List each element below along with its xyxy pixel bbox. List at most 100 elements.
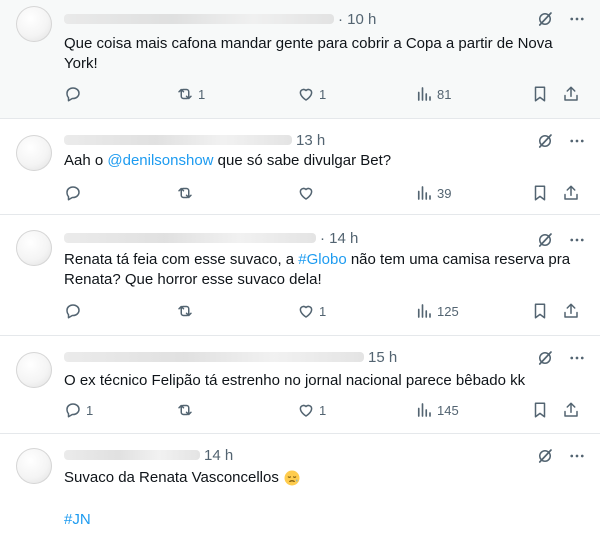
repost-button[interactable] [176,401,198,421]
bookmark-button[interactable] [531,302,549,322]
more-icon[interactable] [568,231,586,249]
view-count: 125 [437,303,459,319]
post-time[interactable]: 13 h [296,132,325,149]
post-header: 13 h [64,131,325,149]
like-button[interactable] [297,184,319,204]
bookmark-icon [531,184,549,202]
post-text: Renata tá feia com esse suvaco, a #Globo… [64,250,584,290]
post-text: O ex técnico Felipão tá estrenho no jorn… [64,372,526,389]
post-top-icons [522,10,586,30]
avatar[interactable] [16,135,52,171]
more-icon[interactable] [568,10,586,28]
hashtag-link[interactable]: #Globo [298,251,346,268]
views-icon [415,401,433,419]
post-text: Aah o @denilsonshow que só sabe divulgar… [64,151,584,171]
post-time[interactable]: · 14 h [320,230,358,247]
post-top-icons [522,132,586,152]
post-4[interactable]: 15 h O ex técnico Felipão tá estrenho no… [0,336,600,434]
post-text: Que coisa mais cafona mandar gente para … [64,35,553,72]
like-button[interactable]: 1 [297,302,326,322]
hashtag-link[interactable]: #JN [64,511,91,528]
post-header: · 10 h [64,10,376,28]
post-text: Suvaco da Renata Vasconcellos [64,468,584,488]
post-top-icons [522,349,586,369]
reply-button[interactable] [64,184,86,204]
post-time[interactable]: 15 h [368,349,397,366]
blurred-author-name [64,233,316,244]
blurred-author-name [64,450,200,461]
hashtag-row: #JN [64,510,584,530]
repost-button[interactable]: 1 [176,85,205,105]
post-time[interactable]: · 10 h [338,11,376,28]
sleepy-face-emoji [284,470,300,486]
views-button[interactable]: 81 [415,85,451,105]
repost-icon [176,401,194,419]
post-text-prefix: Renata tá feia com esse suvaco, a [64,251,299,268]
post-text-prefix: Aah o [64,152,108,169]
post-actions: 1 1 81 [64,85,584,105]
repost-button[interactable] [176,184,198,204]
post-top-icons [522,447,586,467]
like-count: 1 [319,402,327,418]
bookmark-button[interactable] [531,85,549,105]
more-icon[interactable] [568,349,586,367]
post-header: 15 h [64,348,397,366]
post-2[interactable]: 13 h Aah o @denilsonshow que só sabe div… [0,119,600,215]
share-button[interactable] [562,302,580,322]
post-1[interactable]: · 10 h Que coisa mais cafona mandar gent… [0,0,600,119]
post-actions: 1 1 145 [64,401,584,421]
post-header: 14 h [64,446,233,464]
share-button[interactable] [562,401,580,421]
like-button[interactable]: 1 [297,401,326,421]
post-time[interactable]: 14 h [204,447,233,464]
view-count: 81 [437,86,452,102]
reply-count: 1 [86,402,94,418]
post-actions: 39 [64,184,584,204]
share-button[interactable] [562,184,580,204]
like-button[interactable]: 1 [297,85,326,105]
reply-button[interactable] [64,85,86,105]
avatar[interactable] [16,448,52,484]
reply-icon [64,401,82,419]
bookmark-icon [531,85,549,103]
grok-icon[interactable] [536,349,554,367]
reply-button[interactable]: 1 [64,401,93,421]
bookmark-button[interactable] [531,184,549,204]
post-text-body: Suvaco da Renata Vasconcellos [64,469,279,486]
avatar[interactable] [16,230,52,266]
share-icon [562,401,580,419]
post-top-icons [522,231,586,251]
bookmark-icon [531,302,549,320]
grok-icon[interactable] [536,132,554,150]
post-actions: 1 125 [64,302,584,322]
share-button[interactable] [562,85,580,105]
grok-icon[interactable] [536,231,554,249]
post-header: · 14 h [64,229,358,247]
like-icon [297,85,315,103]
repost-button[interactable] [176,302,198,322]
repost-icon [176,184,194,202]
like-icon [297,401,315,419]
view-count: 39 [437,185,452,201]
post-3[interactable]: · 14 h Renata tá feia com esse suvaco, a… [0,215,600,336]
views-icon [415,184,433,202]
reply-icon [64,302,82,320]
share-icon [562,302,580,320]
post-5[interactable]: 14 h Suvaco da Renata Vasconcellos #JN [0,434,600,534]
views-button[interactable]: 145 [415,401,459,421]
mention-link[interactable]: @denilsonshow [107,152,213,169]
bookmark-icon [531,401,549,419]
views-button[interactable]: 125 [415,302,459,322]
avatar[interactable] [16,352,52,388]
views-icon [415,302,433,320]
bookmark-button[interactable] [531,401,549,421]
grok-icon[interactable] [536,10,554,28]
views-button[interactable]: 39 [415,184,451,204]
avatar[interactable] [16,6,52,42]
blurred-author-name [64,352,364,363]
share-icon [562,184,580,202]
more-icon[interactable] [568,132,586,150]
more-icon[interactable] [568,447,586,465]
grok-icon[interactable] [536,447,554,465]
reply-button[interactable] [64,302,86,322]
